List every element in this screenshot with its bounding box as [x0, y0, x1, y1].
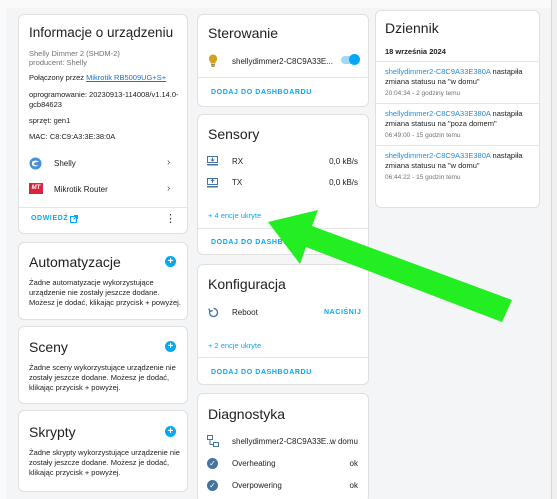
- window-frame-right: [551, 0, 557, 499]
- logbook-date: 18 września 2024: [385, 47, 446, 56]
- logbook-entry-link[interactable]: shellydimmer2-C8C9A33E380A: [385, 151, 490, 160]
- lan-icon: [207, 435, 219, 447]
- check-circle-icon: ✓: [207, 458, 218, 469]
- logbook-entry-status: zmiana statusu na "poza domem": [385, 119, 497, 128]
- sensors-title: Sensory: [208, 126, 260, 142]
- logbook-entry-status: zmiana statusu na "w domu": [385, 77, 480, 86]
- visit-button-label: ODWIEDŹ: [31, 215, 69, 222]
- mikrotik-icon: MT: [29, 183, 43, 194]
- connected-via-link[interactable]: Mikrotik RB5009UG+S+: [86, 73, 166, 82]
- device-info-title: Informacje o urządzeniu: [29, 25, 174, 40]
- check-circle-icon: ✓: [207, 480, 218, 491]
- window-frame-top: [0, 0, 557, 8]
- visit-button[interactable]: ODWIEDŹ: [31, 214, 91, 226]
- more-options-icon[interactable]: ⋮: [165, 213, 176, 225]
- device-info-card: Informacje o urządzeniu Shelly Dimmer 2 …: [18, 14, 188, 234]
- restart-icon: [208, 307, 219, 318]
- automations-title: Automatyzacje: [29, 254, 121, 270]
- configuration-add-to-dashboard-button[interactable]: DODAJ DO DASHBOARDU: [211, 369, 312, 376]
- controls-title: Sterowanie: [208, 25, 279, 41]
- logbook-entry-time: 06:44:22 - 15 godzin temu: [385, 174, 461, 181]
- integration-mikrotik-label: Mikrotik Router: [54, 185, 108, 194]
- scripts-title: Skrypty: [29, 424, 76, 440]
- scripts-empty-text: Żadne skrypty wykorzystujące urządzenie …: [29, 448, 180, 477]
- logbook-entry-text: nastąpiła: [490, 67, 523, 76]
- logbook-card: Dziennik 18 września 2024 shellydimmer2-…: [375, 10, 540, 208]
- reboot-press-button[interactable]: NACIŚNIJ: [324, 309, 361, 316]
- diagnostics-title: Diagnostyka: [208, 406, 286, 422]
- overheating-label: Overheating: [232, 459, 276, 468]
- controls-entity-name: shellydimmer2-C8C9A33E...: [232, 57, 333, 66]
- sensors-add-to-dashboard-button[interactable]: DODAJ DO DASHBOARDU: [211, 239, 312, 246]
- logbook-entry-link[interactable]: shellydimmer2-C8C9A33E380A: [385, 109, 490, 118]
- scenes-empty-text: Żadne sceny wykorzystujące urządzenie ni…: [29, 363, 176, 392]
- divider: [376, 145, 539, 146]
- diagnostics-card: Diagnostyka shellydimmer2-C8C9A33E... w …: [197, 393, 369, 499]
- configuration-title: Konfiguracja: [208, 276, 286, 292]
- device-model: Shelly Dimmer 2 (SHDM-2): [29, 49, 120, 58]
- chevron-right-icon: ›: [167, 157, 171, 168]
- divider: [198, 77, 368, 78]
- controls-card: Sterowanie shellydimmer2-C8C9A33E... DOD…: [197, 14, 369, 107]
- logbook-title: Dziennik: [385, 20, 439, 36]
- open-external-icon: [70, 215, 78, 223]
- divider: [198, 228, 368, 229]
- shelly-icon: [29, 157, 42, 170]
- automations-card: Automatyzacje + Żadne automatyzacje wyko…: [18, 242, 188, 320]
- logbook-entry-time: 06:49:00 - 15 godzin temu: [385, 132, 461, 139]
- connected-via-prefix: Połączony przez: [29, 73, 87, 82]
- controls-add-to-dashboard-button[interactable]: DODAJ DO DASHBOARDU: [211, 89, 312, 96]
- chevron-right-icon: ›: [167, 183, 171, 194]
- logbook-entry: shellydimmer2-C8C9A33E380A nastąpiła zmi…: [385, 109, 537, 129]
- connected-via: Połączony przez Mikrotik RB5009UG+S+: [29, 73, 166, 82]
- lightbulb-icon: [208, 54, 218, 67]
- scenes-title: Sceny: [29, 339, 68, 355]
- firmware-line-2: gcb84623: [29, 100, 62, 109]
- add-scene-button[interactable]: +: [165, 341, 176, 352]
- logbook-entry-text: nastąpiła: [490, 151, 523, 160]
- add-script-button[interactable]: +: [165, 426, 176, 437]
- add-automation-button[interactable]: +: [165, 256, 176, 267]
- sensor-rx-label: RX: [232, 157, 244, 166]
- divider: [19, 207, 187, 208]
- toggle-knob: [349, 54, 360, 65]
- network-upload-icon: [207, 178, 218, 188]
- logbook-entry: shellydimmer2-C8C9A33E380A nastąpiła zmi…: [385, 151, 537, 171]
- sensor-tx-label: TX: [232, 178, 243, 187]
- divider: [198, 357, 368, 358]
- integration-shelly[interactable]: Shelly ›: [19, 153, 187, 175]
- scripts-card: Skrypty + Żadne skrypty wykorzystujące u…: [18, 410, 188, 492]
- sensor-rx-value: 0,0 kB/s: [329, 157, 358, 166]
- integration-shelly-label: Shelly: [54, 159, 76, 168]
- configuration-card: Konfiguracja Reboot NACIŚNIJ + 2 encje u…: [197, 264, 369, 385]
- logbook-entry: shellydimmer2-C8C9A33E380A nastąpiła zmi…: [385, 67, 537, 87]
- sensor-tx-value: 0,0 kB/s: [329, 178, 358, 187]
- logbook-entry-status: zmiana statusu na "w domu": [385, 161, 480, 170]
- configuration-hidden-entities-link[interactable]: + 2 encje ukryte: [208, 341, 261, 350]
- reboot-label: Reboot: [232, 308, 258, 317]
- network-download-icon: [207, 156, 218, 166]
- dimmer-toggle[interactable]: [338, 53, 362, 67]
- overheating-value: ok: [349, 459, 358, 468]
- integration-mikrotik[interactable]: MT Mikrotik Router ›: [19, 178, 187, 200]
- sensors-hidden-entities-link[interactable]: + 4 encje ukryte: [208, 211, 261, 220]
- logbook-entry-link[interactable]: shellydimmer2-C8C9A33E380A: [385, 67, 490, 76]
- scenes-card: Sceny + Żadne sceny wykorzystujące urząd…: [18, 326, 188, 404]
- overpowering-value: ok: [349, 481, 358, 490]
- sensors-card: Sensory RX 0,0 kB/s TX 0,0 kB/s + 4 encj…: [197, 114, 369, 255]
- divider: [376, 103, 539, 104]
- mac-address: MAC: C8:C9:A3:3E:38:0A: [29, 132, 116, 141]
- divider: [376, 61, 539, 62]
- window-frame-left: [0, 0, 6, 499]
- firmware-line-1: oprogramowanie: 20230913-114008/v1.14.0-: [29, 90, 179, 99]
- diagnostic-entity-label: shellydimmer2-C8C9A33E...: [232, 437, 333, 446]
- overpowering-label: Overpowering: [232, 481, 282, 490]
- hardware-version: sprzęt: gen1: [29, 116, 71, 125]
- logbook-entry-text: nastąpiła: [490, 109, 523, 118]
- automations-empty-text: Żadne automatyzacje wykorzystujące urząd…: [29, 278, 181, 307]
- device-manufacturer: producent: Shelly: [29, 58, 87, 67]
- diagnostic-entity-value: w domu: [329, 437, 358, 446]
- logbook-entry-time: 20:04:34 - 2 godziny temu: [385, 90, 461, 97]
